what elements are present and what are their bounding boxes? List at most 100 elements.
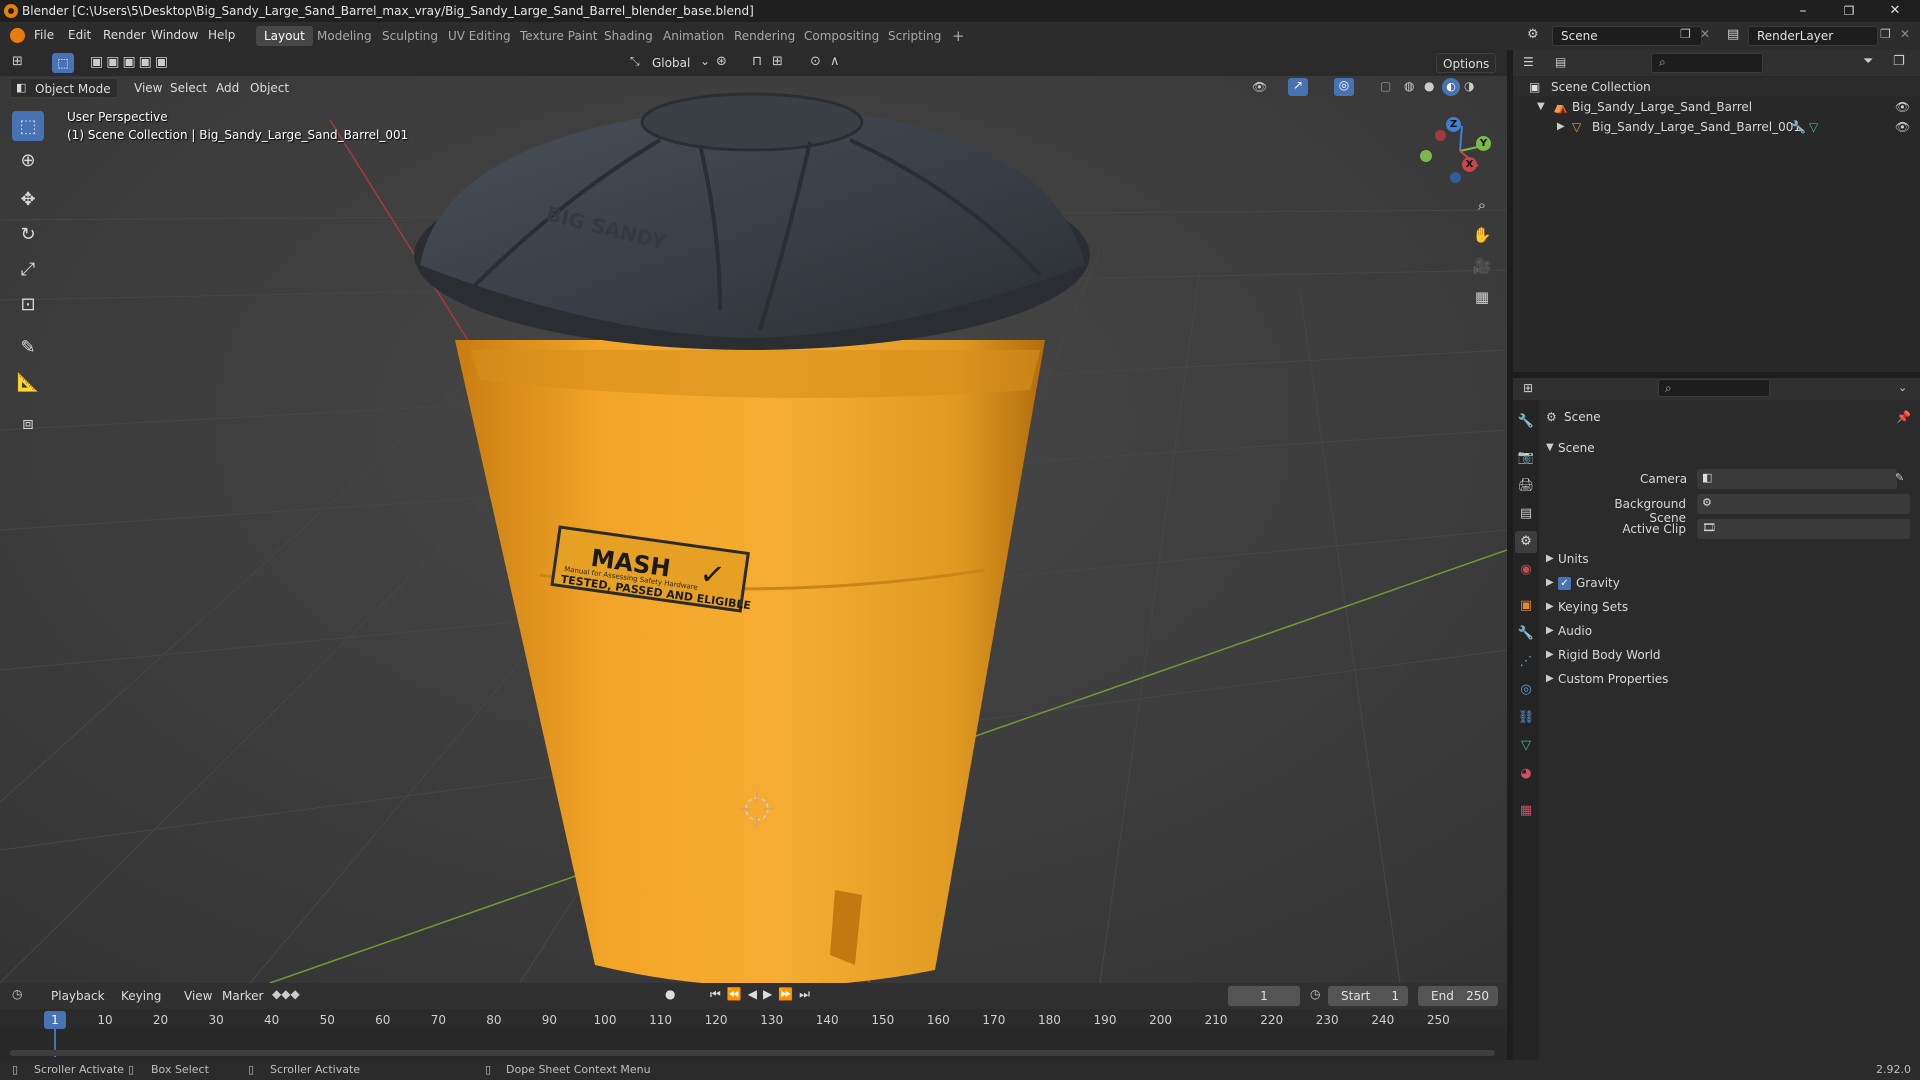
record-icon[interactable]: ● <box>665 987 675 1001</box>
close-button[interactable]: ✕ <box>1872 0 1918 22</box>
texture-tab-icon[interactable]: ▦ <box>1515 800 1537 822</box>
overlays-toggle-icon[interactable]: ◎ <box>1334 78 1354 96</box>
snap-icon[interactable]: ⊓ <box>752 54 762 69</box>
add-workspace-button[interactable]: + <box>944 26 973 46</box>
proportional-edit-icon[interactable]: ⊙ <box>810 54 821 69</box>
new-scene-icon[interactable]: ❐ <box>1680 27 1691 41</box>
constraints-tab-icon[interactable]: ⛓ <box>1515 707 1537 729</box>
scene-panel-header[interactable]: ▼ Scene <box>1540 437 1920 459</box>
rigid-body-world-panel[interactable]: ▶ Rigid Body World <box>1540 644 1920 666</box>
rotate-tool-icon[interactable]: ↻ <box>12 219 44 249</box>
modifier-icon[interactable]: 🔧 <box>1791 117 1806 137</box>
display-mode-icon[interactable]: ▤ <box>1555 55 1566 69</box>
active-clip-field[interactable] <box>1697 519 1910 539</box>
new-view-layer-icon[interactable]: ❐ <box>1880 27 1891 41</box>
selection-mode-icons[interactable]: ▣▣▣▣▣ <box>90 54 171 70</box>
chevron-down-icon[interactable]: ⌄ <box>1898 381 1907 394</box>
cursor-tool-icon[interactable]: ⊕ <box>12 145 44 175</box>
menu-playback[interactable]: Playback <box>45 986 111 1006</box>
eyedropper-icon[interactable]: ✎ <box>1895 471 1904 484</box>
3d-viewport[interactable]: MASH ✓ Manual for Assessing Safety Hardw… <box>0 50 1507 983</box>
menu-edit[interactable]: Edit <box>68 28 91 42</box>
menu-render[interactable]: Render <box>103 28 146 42</box>
expand-arrow-icon[interactable]: ▼ <box>1537 97 1545 117</box>
tab-modeling[interactable]: Modeling <box>309 26 380 46</box>
tab-rendering[interactable]: Rendering <box>726 26 803 46</box>
options-dropdown[interactable]: Options <box>1436 53 1497 73</box>
tab-animation[interactable]: Animation <box>655 26 732 46</box>
outliner-row-collection[interactable]: ▼ ⛺ Big_Sandy_Large_Sand_Barrel 👁 <box>1513 97 1920 117</box>
visibility-icon[interactable]: 👁 <box>1252 80 1267 94</box>
blender-menu-icon[interactable] <box>10 28 25 43</box>
editor-type-icon[interactable]: ⊞ <box>12 54 23 69</box>
material-tab-icon[interactable]: ◕ <box>1515 763 1537 785</box>
wireframe-shading-icon[interactable]: ◍ <box>1404 79 1414 93</box>
material-preview-icon[interactable]: ◐ <box>1442 78 1460 96</box>
menu-object[interactable]: Object <box>244 78 295 98</box>
gravity-checkbox[interactable]: ✓ <box>1558 577 1571 590</box>
add-cube-tool-icon[interactable]: ⧈ <box>12 408 44 438</box>
menu-file[interactable]: File <box>34 28 54 42</box>
camera-view-icon[interactable]: 🎥 <box>1470 254 1494 278</box>
gravity-panel[interactable]: ▶ ✓ Gravity <box>1540 572 1920 594</box>
xray-icon[interactable]: ▢ <box>1380 79 1391 93</box>
select-tool-icon[interactable]: ⬚ <box>52 53 74 73</box>
gizmo-neg-y-axis[interactable] <box>1420 150 1432 162</box>
gizmo-neg-z-axis[interactable] <box>1450 172 1461 183</box>
minimize-button[interactable]: – <box>1780 0 1826 22</box>
output-tab-icon[interactable]: 🖨 <box>1515 475 1537 497</box>
data-tab-icon[interactable]: ▽ <box>1515 735 1537 757</box>
new-collection-icon[interactable]: ❐ <box>1893 54 1905 69</box>
transform-tool-icon[interactable]: ⊡ <box>12 289 44 319</box>
object-visibility-icon[interactable]: 👁 <box>1895 117 1910 137</box>
render-tab-icon[interactable]: 📷 <box>1515 447 1537 469</box>
ortho-grid-icon[interactable]: ▦ <box>1470 285 1494 309</box>
gizmo-z-axis[interactable]: Z <box>1446 117 1461 132</box>
tab-texture-paint[interactable]: Texture Paint <box>512 26 605 46</box>
zoom-icon[interactable]: ⌕ <box>1470 193 1494 217</box>
tab-uv-editing[interactable]: UV Editing <box>440 26 519 46</box>
tab-layout[interactable]: Layout <box>256 26 313 46</box>
collection-visibility-icon[interactable]: 👁 <box>1895 97 1910 117</box>
background-scene-field[interactable] <box>1697 494 1910 514</box>
menu-marker[interactable]: Marker <box>216 986 269 1006</box>
delete-view-layer-icon[interactable]: ✕ <box>1900 27 1910 41</box>
scale-tool-icon[interactable]: ⤢ <box>12 254 44 284</box>
outliner-row-object[interactable]: ▶ ▽ Big_Sandy_Large_Sand_Barrel_001 🔧 ▽ … <box>1513 117 1920 137</box>
pivot-point-icon[interactable]: ⊛ <box>716 54 727 69</box>
properties-editor-icon[interactable]: ⊞ <box>1523 381 1533 395</box>
menu-window[interactable]: Window <box>151 28 198 42</box>
playback-controls-icons[interactable]: ⏮⏪◀▶⏩⏭ <box>710 987 816 1002</box>
expand-arrow-icon[interactable]: ▶ <box>1557 117 1565 137</box>
delete-scene-icon[interactable]: ✕ <box>1700 27 1710 41</box>
gizmo-toggle-icon[interactable]: ↗ <box>1288 78 1308 96</box>
annotate-tool-icon[interactable]: ✎ <box>12 332 44 362</box>
gizmo-x-axis[interactable]: X <box>1462 157 1477 172</box>
menu-help[interactable]: Help <box>208 28 235 42</box>
start-frame-field[interactable]: Start 1 <box>1328 986 1408 1006</box>
custom-properties-panel[interactable]: ▶ Custom Properties <box>1540 668 1920 690</box>
end-frame-field[interactable]: End 250 <box>1418 986 1498 1006</box>
select-box-tool-icon[interactable]: ⬚ <box>12 111 44 141</box>
view-layer-selector[interactable]: RenderLayer <box>1748 26 1878 46</box>
menu-add[interactable]: Add <box>210 78 245 98</box>
scene-tab-icon[interactable]: ⚙ <box>1515 531 1537 553</box>
solid-shading-icon[interactable]: ● <box>1424 79 1434 93</box>
transform-orientation-dropdown[interactable]: Global <box>646 53 696 73</box>
keyframe-icons[interactable]: ◆◆◆ <box>272 987 300 1001</box>
tool-tab-icon[interactable]: 🔧 <box>1515 411 1537 433</box>
rendered-shading-icon[interactable]: ◑ <box>1464 79 1474 93</box>
outliner-editor-icon[interactable]: ☰ <box>1523 55 1534 69</box>
measure-tool-icon[interactable]: 📐 <box>12 367 44 397</box>
menu-keying[interactable]: Keying <box>115 986 167 1006</box>
timeline-editor-icon[interactable]: ◷ <box>12 987 22 1001</box>
mesh-data-icon[interactable]: ▽ <box>1809 117 1818 137</box>
timeline-scrollbar[interactable] <box>10 1050 1495 1056</box>
particles-tab-icon[interactable]: ⋰ <box>1515 651 1537 673</box>
gizmo-y-axis[interactable]: Y <box>1476 136 1491 151</box>
current-frame-field[interactable]: 1 <box>1228 986 1300 1006</box>
tab-shading[interactable]: Shading <box>596 26 661 46</box>
move-tool-icon[interactable]: ✥ <box>12 184 44 214</box>
physics-tab-icon[interactable]: ◎ <box>1515 679 1537 701</box>
menu-view[interactable]: View <box>128 78 168 98</box>
